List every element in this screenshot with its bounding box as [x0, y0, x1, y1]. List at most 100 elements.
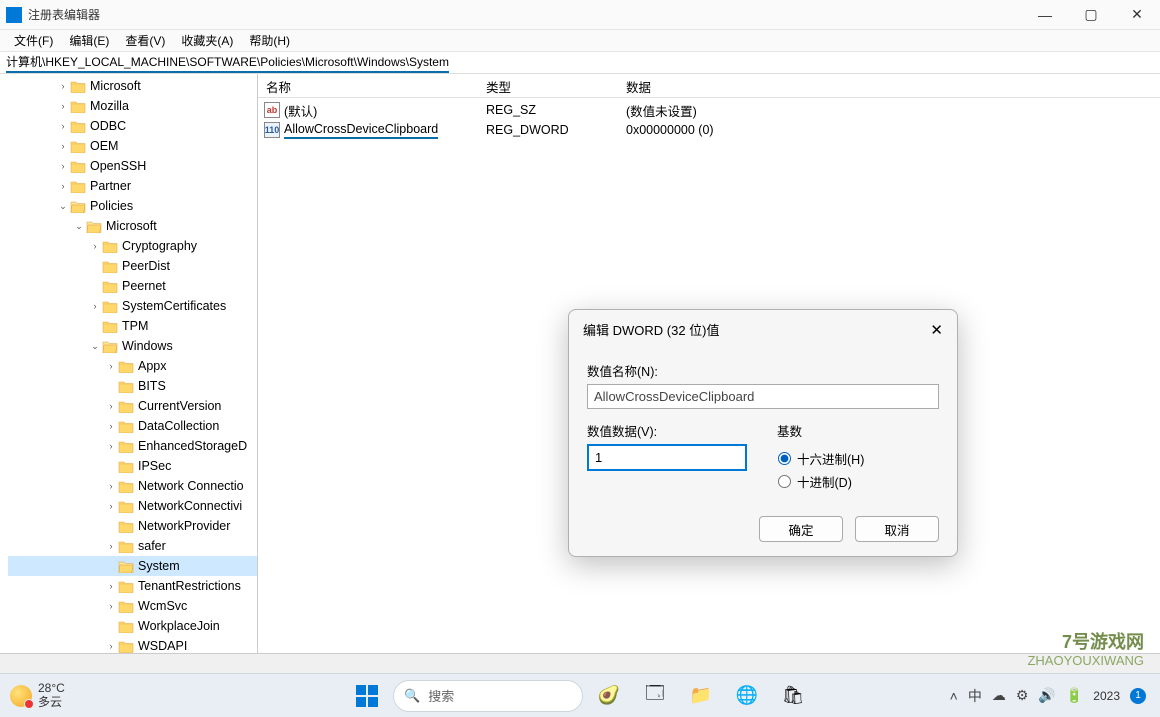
tree-item-tpm[interactable]: ›TPM — [8, 316, 257, 336]
maximize-button[interactable]: ▢ — [1068, 0, 1114, 30]
twisty-icon[interactable]: › — [104, 401, 118, 411]
ok-button[interactable]: 确定 — [759, 516, 843, 542]
value-data: 0x00000000 (0) — [618, 123, 1160, 137]
radio-hex[interactable]: 十六进制(H) — [778, 449, 938, 468]
twisty-icon[interactable]: › — [104, 421, 118, 431]
tree-item-peernet[interactable]: ›Peernet — [8, 276, 257, 296]
folder-icon — [102, 300, 118, 313]
tree-item-microsoft[interactable]: ⌄Microsoft — [8, 216, 257, 236]
twisty-icon[interactable]: › — [88, 241, 102, 251]
close-button[interactable]: ✕ — [1114, 0, 1160, 30]
twisty-icon[interactable]: › — [104, 541, 118, 551]
tree-item-oem[interactable]: ›OEM — [8, 136, 257, 156]
value-name-label: 数值名称(N): — [587, 361, 939, 380]
twisty-icon[interactable]: ⌄ — [72, 221, 86, 232]
radio-hex-input[interactable] — [778, 452, 791, 465]
twisty-icon[interactable]: › — [104, 361, 118, 371]
folder-icon — [102, 260, 118, 273]
value-data-input[interactable] — [587, 444, 747, 471]
menu-help[interactable]: 帮助(H) — [241, 30, 298, 51]
value-row[interactable]: 110AllowCrossDeviceClipboardREG_DWORD0x0… — [258, 120, 1160, 140]
tree-pane[interactable]: › Microsoft › Mozilla ›ODBC›OEM›OpenSSH›Part… — [0, 74, 258, 653]
tree-item-networkconnectivi[interactable]: › NetworkConnectivi — [8, 496, 257, 516]
tree-item-tenantrestrictions[interactable]: ›TenantRestrictions — [8, 576, 257, 596]
tree-item-networkprovider[interactable]: ›NetworkProvider — [8, 516, 257, 536]
dialog-close-button[interactable]: ✕ — [930, 321, 943, 339]
tree-item-network-connectio[interactable]: ›Network Connectio — [8, 476, 257, 496]
twisty-icon[interactable]: ⌄ — [56, 201, 70, 212]
tree-item-odbc[interactable]: ›ODBC — [8, 116, 257, 136]
battery-icon[interactable]: 🔋 — [1066, 687, 1083, 704]
taskbar-explorer[interactable]: 📁 — [681, 676, 721, 716]
tree-item-wsdapi[interactable]: ›WSDAPI — [8, 636, 257, 653]
watermark: 7号游戏网 ZHAOYOUXIWANG — [1027, 632, 1144, 669]
tree-label: WorkplaceJoin — [138, 619, 220, 633]
tree-item-bits[interactable]: ›BITS — [8, 376, 257, 396]
col-data[interactable]: 数据 — [618, 74, 1160, 97]
tray-chevron-icon[interactable]: ˄ — [950, 688, 958, 704]
twisty-icon[interactable]: › — [56, 181, 70, 191]
tree-item-ipsec[interactable]: ›IPSec — [8, 456, 257, 476]
address-bar[interactable]: 计算机\HKEY_LOCAL_MACHINE\SOFTWARE\Policies… — [0, 52, 1160, 74]
col-name[interactable]: 名称 — [258, 74, 478, 97]
notification-badge[interactable]: 1 — [1130, 688, 1146, 704]
twisty-icon[interactable]: ⌄ — [88, 341, 102, 352]
value-row[interactable]: ab(默认)REG_SZ(数值未设置) — [258, 100, 1160, 120]
twisty-icon[interactable]: › — [56, 81, 70, 91]
taskbar-search[interactable]: 🔍 搜索 — [393, 680, 583, 712]
radio-dec-input[interactable] — [778, 475, 791, 488]
tree-label: NetworkConnectivi — [138, 499, 242, 513]
tree-item-microsoft[interactable]: › Microsoft — [8, 76, 257, 96]
twisty-icon[interactable]: › — [56, 141, 70, 151]
twisty-icon[interactable]: › — [88, 301, 102, 311]
tree-item-cryptography[interactable]: ›Cryptography — [8, 236, 257, 256]
menu-edit[interactable]: 编辑(E) — [61, 30, 117, 51]
value-name-input[interactable] — [587, 384, 939, 409]
radio-dec[interactable]: 十进制(D) — [778, 472, 938, 491]
twisty-icon[interactable]: › — [56, 161, 70, 171]
tree-item-datacollection[interactable]: ›DataCollection — [8, 416, 257, 436]
tree-item-windows[interactable]: ⌄Windows — [8, 336, 257, 356]
menu-favorites[interactable]: 收藏夹(A) — [173, 30, 241, 51]
tree-item-currentversion[interactable]: ›CurrentVersion — [8, 396, 257, 416]
twisty-icon[interactable]: › — [104, 641, 118, 651]
cancel-button[interactable]: 取消 — [855, 516, 939, 542]
minimize-button[interactable]: — — [1022, 0, 1068, 30]
network-icon[interactable]: ⚙ — [1016, 687, 1029, 704]
twisty-icon[interactable]: › — [56, 121, 70, 131]
tree-item-mozilla[interactable]: › Mozilla — [8, 96, 257, 116]
tree-item-partner[interactable]: ›Partner — [8, 176, 257, 196]
tree-item-system[interactable]: ›System — [8, 556, 257, 576]
tree-item-systemcertificates[interactable]: ›SystemCertificates — [8, 296, 257, 316]
tree-item-safer[interactable]: ›safer — [8, 536, 257, 556]
tree-item-peerdist[interactable]: ›PeerDist — [8, 256, 257, 276]
tree-item-workplacejoin[interactable]: ›WorkplaceJoin — [8, 616, 257, 636]
weather-widget[interactable]: 28°C 多云 — [10, 682, 65, 708]
twisty-icon[interactable]: › — [104, 581, 118, 591]
clock-year[interactable]: 2023 — [1093, 689, 1120, 703]
tree-item-enhancedstoraged[interactable]: ›EnhancedStorageD — [8, 436, 257, 456]
start-button[interactable] — [347, 676, 387, 716]
tree-item-policies[interactable]: ⌄Policies — [8, 196, 257, 216]
twisty-icon[interactable]: › — [104, 481, 118, 491]
twisty-icon[interactable]: › — [104, 441, 118, 451]
volume-icon[interactable]: 🔊 — [1038, 687, 1055, 704]
tree-item-openssh[interactable]: ›OpenSSH — [8, 156, 257, 176]
twisty-icon[interactable]: › — [56, 101, 70, 111]
taskbar-store[interactable]: 🛍 — [773, 676, 813, 716]
main-area: › Microsoft › Mozilla ›ODBC›OEM›OpenSSH›Part… — [0, 74, 1160, 654]
menu-view[interactable]: 查看(V) — [117, 30, 173, 51]
ime-indicator[interactable]: 中 — [968, 686, 982, 706]
onedrive-icon[interactable]: ☁ — [992, 687, 1006, 704]
tree-label: Mozilla — [90, 99, 129, 113]
menu-file[interactable]: 文件(F) — [6, 30, 61, 51]
taskbar-task-view[interactable]: 🗔 — [635, 676, 675, 716]
col-type[interactable]: 类型 — [478, 74, 618, 97]
taskbar-edge[interactable]: 🌐 — [727, 676, 767, 716]
twisty-icon[interactable]: › — [104, 601, 118, 611]
twisty-icon[interactable]: › — [104, 501, 118, 511]
taskbar-app-1[interactable]: 🥑 — [589, 676, 629, 716]
tree-item-appx[interactable]: ›Appx — [8, 356, 257, 376]
tree-item-wcmsvc[interactable]: ›WcmSvc — [8, 596, 257, 616]
tree-label: Microsoft — [90, 79, 141, 93]
